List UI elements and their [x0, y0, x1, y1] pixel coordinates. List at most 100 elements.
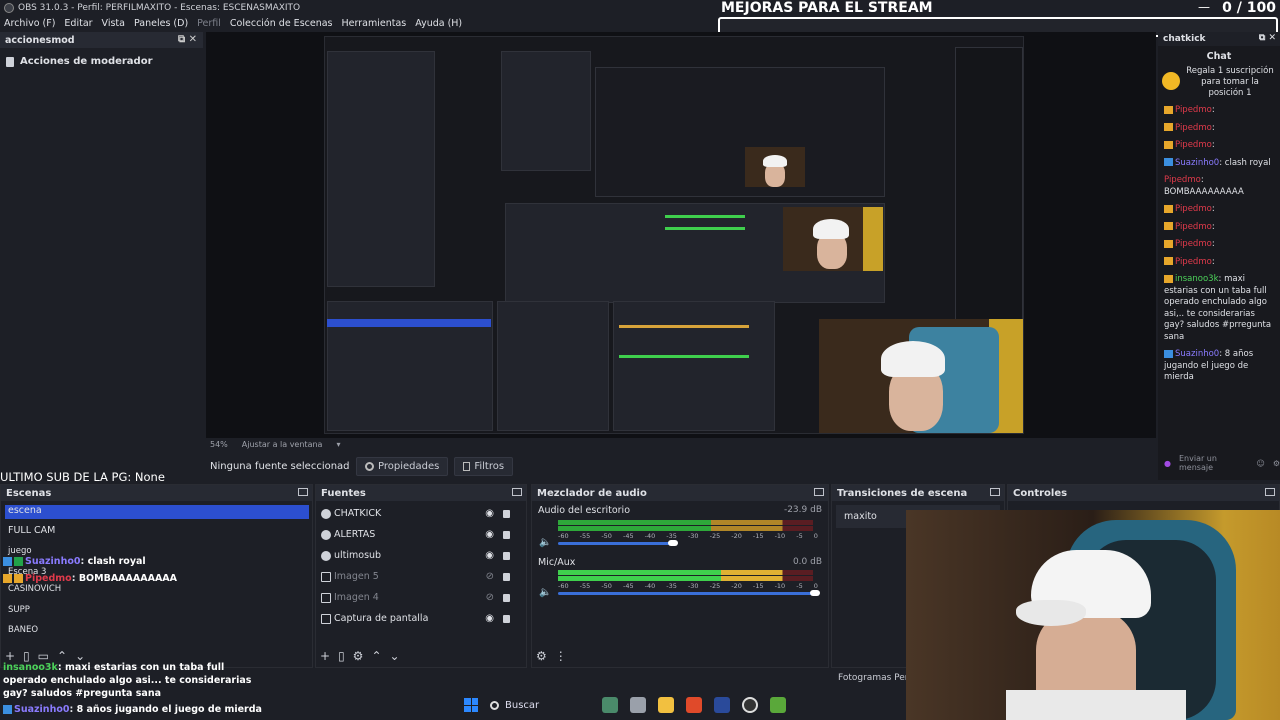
popout-icon[interactable]	[990, 488, 1000, 496]
minimize-icon[interactable]: —	[1198, 0, 1210, 14]
app-icon[interactable]	[714, 697, 730, 713]
scene-item[interactable]: CASINOVICH	[5, 584, 309, 598]
menu-paneles[interactable]: Paneles (D)	[134, 18, 188, 29]
mod-actions-item[interactable]: Acciones de moderador	[0, 48, 203, 75]
eye-icon[interactable]: ◉	[485, 529, 494, 540]
source-item-captura[interactable]: Captura de pantalla ◉	[316, 608, 526, 629]
mixer-channel-mic: Mic/Aux 0.0 dB -60 -55 -50 -45 -40 -35 -30 -25-…	[538, 557, 822, 598]
volume-slider-handle[interactable]	[668, 540, 678, 546]
lock-icon[interactable]	[503, 615, 510, 623]
lock-icon[interactable]	[503, 510, 510, 518]
brave-icon[interactable]	[686, 697, 702, 713]
popout-icon[interactable]	[814, 488, 824, 496]
source-item-imagen5[interactable]: Imagen 5 ⊘	[316, 566, 526, 587]
scene-item[interactable]: BANEO	[5, 625, 309, 639]
menu-herramientas[interactable]: Herramientas	[342, 18, 407, 29]
app-icon[interactable]	[770, 697, 786, 713]
remove-source-button[interactable]: ▯	[338, 649, 345, 663]
source-toolbar: Ninguna fuente seleccionada Propiedades …	[206, 454, 1156, 478]
gear-icon[interactable]: ⚙	[1273, 459, 1280, 468]
chat-dock-header: chatkick ⧉ ✕	[1158, 32, 1280, 46]
scene-item[interactable]: SUPP	[5, 605, 309, 619]
volume-meter	[558, 576, 813, 581]
dock-controls[interactable]: ⧉ ✕	[1259, 33, 1276, 43]
controls-header: Controles	[1008, 485, 1279, 501]
speaker-icon[interactable]: 🔈	[539, 587, 551, 598]
dock-title: accionesmod	[5, 34, 75, 46]
popout-icon[interactable]	[298, 488, 308, 496]
source-item-imagen4[interactable]: Imagen 4 ⊘	[316, 587, 526, 608]
menu-perfil[interactable]: Perfil	[197, 18, 221, 29]
mic-icon: ●	[1164, 458, 1171, 468]
menu-bar: Archivo (F) Editar Vista Paneles (D) Per…	[0, 16, 700, 31]
meter-scale: -60 -55 -50 -45 -40 -35 -30 -25 -20 -15 -10 -5 0	[558, 532, 818, 540]
lock-icon[interactable]	[503, 552, 510, 560]
eye-icon[interactable]: ◉	[485, 508, 494, 519]
volume-slider[interactable]	[558, 542, 673, 545]
mixer-header: Mezclador de audio	[532, 485, 828, 501]
scene-item[interactable]: FULL CAM	[5, 525, 309, 539]
scene-item[interactable]: escena	[5, 505, 309, 519]
menu-archivo[interactable]: Archivo (F)	[4, 18, 55, 29]
last-sub-overlay: ULTIMO SUB DE LA PG: None	[0, 470, 165, 484]
chat-input[interactable]: ● Enviar un mensaje ☺ ⚙	[1164, 454, 1280, 472]
chat-message: Pipedmo:	[1164, 239, 1274, 251]
pinned-sub-goal: Regala 1 suscripción para tomar la posic…	[1158, 64, 1280, 101]
overlay-chat-long: insanoo3k: maxi estarias con un taba ful…	[3, 662, 252, 699]
browser-icon	[321, 550, 331, 561]
lock-icon[interactable]	[503, 531, 510, 539]
chevron-down-icon[interactable]: ▾	[336, 440, 340, 449]
eye-icon[interactable]: ◉	[485, 613, 494, 624]
menu-coleccion[interactable]: Colección de Escenas	[230, 18, 333, 29]
display-icon	[321, 613, 331, 624]
filter-icon	[463, 461, 471, 471]
taskbar-search[interactable]: Buscar	[490, 700, 590, 711]
menu-ayuda[interactable]: Ayuda (H)	[415, 18, 462, 29]
goal-title: MEJORAS PARA EL STREAM	[721, 0, 933, 16]
emote-icon[interactable]: ☺	[1256, 459, 1264, 468]
chat-input-placeholder: Enviar un mensaje	[1178, 454, 1217, 472]
menu-editar[interactable]: Editar	[64, 18, 92, 29]
source-item-chatkick[interactable]: CHATKICK ◉	[316, 503, 526, 524]
source-item-alertas[interactable]: ALERTAS ◉	[316, 524, 526, 545]
popout-icon[interactable]	[512, 488, 522, 496]
volume-meter	[558, 570, 813, 575]
mixer-settings-button[interactable]: ⚙	[536, 649, 547, 663]
filters-button[interactable]: Filtros	[454, 456, 514, 476]
overlay-chat-line: Pipedmo: BOMBAAAAAAAAA	[3, 573, 177, 584]
fit-window-dropdown[interactable]: Ajustar a la ventana	[242, 440, 323, 449]
chat-message: insanoo3k: maxi estarias con un taba ful…	[1164, 274, 1272, 342]
mixer-toolbar: ⚙ ⋮	[536, 649, 567, 663]
eye-icon[interactable]: ◉	[485, 550, 494, 561]
chat-message: Pipedmo:	[1164, 222, 1274, 234]
source-settings-button[interactable]: ⚙	[353, 649, 364, 663]
search-icon	[490, 700, 499, 710]
eye-hidden-icon[interactable]: ⊘	[486, 571, 494, 582]
file-explorer-icon[interactable]	[658, 697, 674, 713]
coin-icon	[1162, 72, 1180, 90]
nested-preview-image	[324, 36, 1024, 434]
task-view-icon[interactable]	[630, 697, 646, 713]
chat-message: Pipedmo: BOMBAAAAAAAAA	[1164, 175, 1244, 197]
speaker-icon[interactable]: 🔈	[539, 537, 551, 548]
windows-start-icon[interactable]	[464, 698, 478, 712]
obs-icon[interactable]	[742, 697, 758, 713]
volume-slider-handle[interactable]	[810, 590, 820, 596]
dock-controls[interactable]: ⧉ ✕	[178, 34, 197, 45]
move-down-button[interactable]: ⌄	[390, 649, 400, 663]
lock-icon[interactable]	[503, 594, 510, 602]
lock-icon[interactable]	[503, 573, 510, 581]
menu-vista[interactable]: Vista	[102, 18, 125, 29]
preview-canvas[interactable]	[206, 32, 1156, 438]
eye-hidden-icon[interactable]: ⊘	[486, 592, 494, 603]
move-up-button[interactable]: ⌃	[371, 649, 381, 663]
chat-title: Chat	[1206, 51, 1232, 62]
popout-icon[interactable]	[1265, 488, 1275, 496]
more-options-button[interactable]: ⋮	[555, 649, 567, 663]
volume-slider[interactable]	[558, 592, 818, 595]
widget-icon[interactable]	[602, 697, 618, 713]
window-title: OBS 31.0.3 - Perfil: PERFILMAXITO - Esce…	[18, 3, 301, 13]
properties-button[interactable]: Propiedades	[356, 456, 449, 476]
add-source-button[interactable]: +	[320, 649, 330, 663]
source-item-ultimosub[interactable]: ultimosub ◉	[316, 545, 526, 566]
